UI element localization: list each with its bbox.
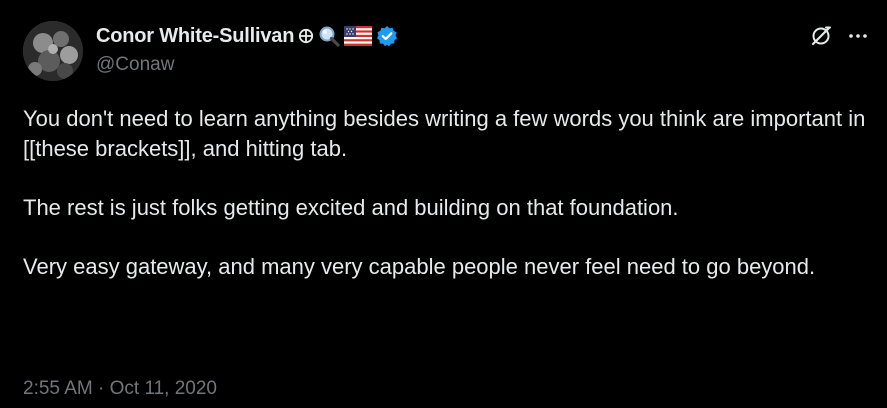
tweet-text: You don't need to learn anything besides… xyxy=(23,104,868,311)
avatar[interactable] xyxy=(23,21,83,81)
more-options-icon[interactable] xyxy=(847,25,869,47)
tweet-top-actions xyxy=(809,24,869,48)
tweet-paragraph: Very easy gateway, and many very capable… xyxy=(23,253,816,279)
tweet-timestamp[interactable]: 2:55 AM · Oct 11, 2020 xyxy=(23,378,217,400)
tweet-card: Conor White-Sullivan @Conaw You don't ne… xyxy=(0,0,887,408)
verified-badge-icon[interactable] xyxy=(376,25,398,47)
timestamp-separator: · xyxy=(98,378,105,399)
magnifier-icon xyxy=(318,25,340,47)
crosshair-circle-icon xyxy=(298,28,314,44)
grok-icon[interactable] xyxy=(809,24,833,48)
author-display-name[interactable]: Conor White-Sullivan xyxy=(96,25,294,48)
us-flag-icon xyxy=(344,26,373,46)
avatar-image xyxy=(23,21,83,81)
author-handle[interactable]: @Conaw xyxy=(96,54,174,76)
author-name-row: Conor White-Sullivan xyxy=(96,22,398,50)
tweet-paragraph: The rest is just folks getting excited a… xyxy=(23,194,679,220)
tweet-paragraph: You don't need to learn anything besides… xyxy=(23,106,866,161)
tweet-time: 2:55 AM xyxy=(23,378,93,399)
tweet-date: Oct 11, 2020 xyxy=(109,378,217,399)
